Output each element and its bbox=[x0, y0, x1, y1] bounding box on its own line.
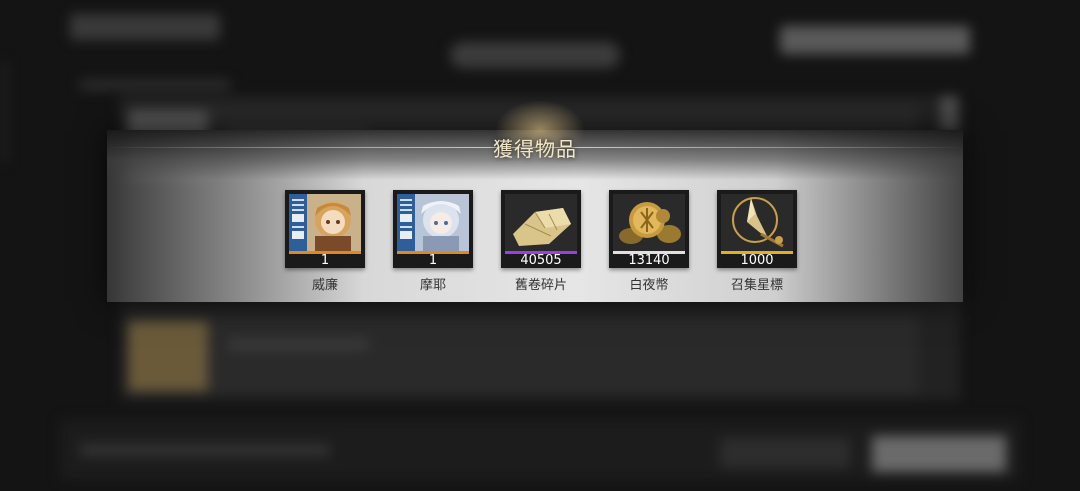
reward-item-frame[interactable]: 1 bbox=[285, 190, 365, 268]
background-title bbox=[70, 14, 220, 40]
background-scrollbar bbox=[940, 96, 958, 132]
item-quantity: 1 bbox=[428, 253, 438, 268]
background-footer-confirm bbox=[872, 436, 1006, 472]
background-header-pill bbox=[450, 42, 620, 68]
background-top-button bbox=[780, 26, 970, 54]
background-footer-button bbox=[720, 438, 850, 468]
item-quantity: 1000 bbox=[740, 253, 774, 268]
reward-item[interactable]: 40505 舊卷碎片 bbox=[501, 190, 581, 293]
reward-item[interactable]: 1 威廉 bbox=[285, 190, 365, 293]
reward-item-frame[interactable]: 1000 bbox=[717, 190, 797, 268]
coins-icon bbox=[613, 194, 685, 251]
scroll-fragment-icon bbox=[505, 194, 577, 251]
reward-item[interactable]: 1 摩耶 bbox=[393, 190, 473, 293]
reward-item-frame[interactable]: 1 bbox=[393, 190, 473, 268]
reward-item-frame[interactable]: 40505 bbox=[501, 190, 581, 268]
popup-title: 獲得物品 bbox=[493, 137, 577, 161]
reward-popup[interactable]: 獲得物品 1 威廉 1 摩耶 40505 舊卷碎片 13140 白夜幣 1000… bbox=[107, 100, 963, 302]
character-card-icon bbox=[289, 194, 361, 251]
item-name: 召集星標 bbox=[730, 278, 783, 293]
item-name: 摩耶 bbox=[419, 278, 446, 293]
item-name: 白夜幣 bbox=[629, 278, 669, 293]
reward-item[interactable]: 1000 召集星標 bbox=[717, 190, 797, 293]
reward-item-frame[interactable]: 13140 bbox=[609, 190, 689, 268]
background-tab-bar bbox=[80, 80, 230, 90]
item-quantity: 1 bbox=[320, 253, 330, 268]
item-name: 威廉 bbox=[311, 278, 338, 293]
background-line bbox=[228, 339, 368, 349]
background-footer-text bbox=[80, 444, 330, 456]
background-thumb bbox=[128, 321, 208, 391]
background-row bbox=[128, 315, 918, 395]
star-spear-icon bbox=[721, 194, 793, 251]
item-quantity: 40505 bbox=[520, 253, 562, 268]
item-name: 舊卷碎片 bbox=[514, 278, 567, 293]
side-edge bbox=[0, 62, 8, 162]
character-card-icon bbox=[397, 194, 469, 251]
item-quantity: 13140 bbox=[628, 253, 670, 268]
reward-item[interactable]: 13140 白夜幣 bbox=[609, 190, 689, 293]
